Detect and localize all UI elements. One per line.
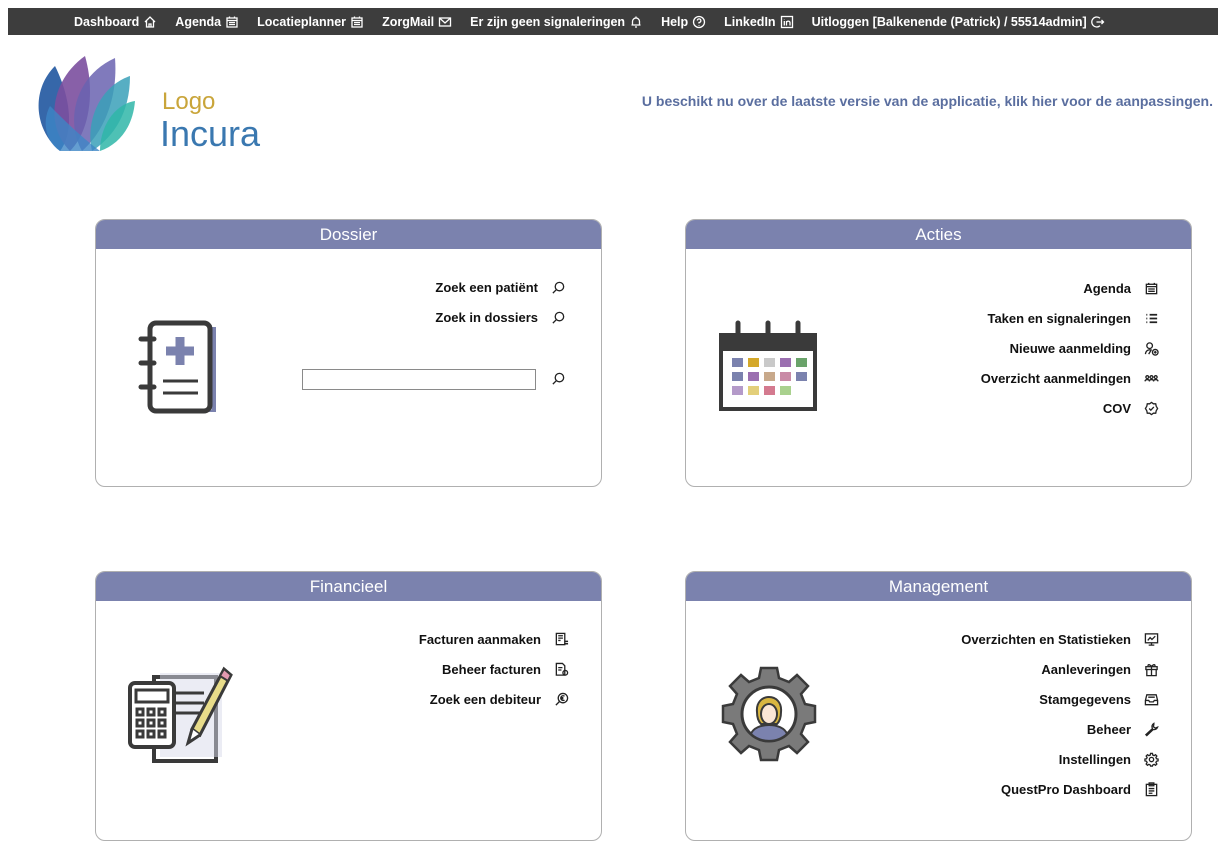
logo-text-top: Logo <box>162 88 216 115</box>
link-label: COV <box>1102 400 1131 416</box>
nav-locatieplanner[interactable]: Locatieplanner <box>257 15 364 29</box>
link-label: Zoek een patiënt <box>435 279 538 295</box>
calendar-icon <box>225 15 239 29</box>
link-beheer-facturen[interactable]: Beheer facturen <box>419 654 569 684</box>
nav-agenda-label: Agenda <box>175 14 222 29</box>
link-label: Aanleveringen <box>1041 661 1131 677</box>
gear-user-icon <box>721 666 817 762</box>
link-aanleveringen[interactable]: Aanleveringen <box>961 654 1159 684</box>
patient-file-icon <box>138 320 216 414</box>
nav-linkedin[interactable]: LinkedIn <box>724 15 793 29</box>
linkedin-icon <box>780 15 794 29</box>
link-label: Overzicht aanmeldingen <box>980 370 1131 386</box>
link-nieuwe-aanmelding[interactable]: Nieuwe aanmelding <box>981 333 1159 363</box>
logo-text-bottom: Incura <box>160 113 261 154</box>
verified-icon <box>1143 400 1159 416</box>
home-icon <box>143 15 157 29</box>
link-agenda[interactable]: Agenda <box>981 273 1159 303</box>
nav-agenda[interactable]: Agenda <box>175 15 239 29</box>
management-card: Management Overzichten en Statistieken A… <box>685 571 1192 841</box>
nav-help-label: Help <box>661 14 689 29</box>
nav-dashboard-label: Dashboard <box>74 14 140 29</box>
bell-icon <box>629 15 643 29</box>
link-label: QuestPro Dashboard <box>1000 781 1131 797</box>
acties-links: Agenda Taken en signaleringen Nieuwe aan… <box>981 273 1159 423</box>
link-zoek-patient[interactable]: Zoek een patiënt <box>435 272 566 302</box>
debtor-search-icon <box>553 691 569 707</box>
invoice-manage-icon <box>553 661 569 677</box>
dossier-search-input[interactable] <box>302 369 536 390</box>
search-icon[interactable] <box>551 371 567 387</box>
incura-logo[interactable]: Logo Incura <box>30 46 270 156</box>
financieel-links: Facturen aanmaken Beheer facturen Zoek e… <box>419 624 569 714</box>
nav-dashboard[interactable]: Dashboard <box>74 15 157 29</box>
nav-zorgmail[interactable]: ZorgMail <box>382 15 452 29</box>
chart-icon <box>1143 631 1159 647</box>
search-icon <box>550 279 566 295</box>
dossier-links: Zoek een patiënt Zoek in dossiers <box>435 272 566 332</box>
nav-logout-label: Uitloggen [Balkenende (Patrick) / 55514a… <box>811 14 1087 29</box>
link-taken-signaleringen[interactable]: Taken en signaleringen <box>981 303 1159 333</box>
users-group-icon <box>1143 370 1159 386</box>
user-add-icon <box>1143 340 1159 356</box>
mail-icon <box>438 15 452 29</box>
link-overzicht-aanmeldingen[interactable]: Overzicht aanmeldingen <box>981 363 1159 393</box>
nav-signaleringen-label: Er zijn geen signaleringen <box>470 14 626 29</box>
link-label: Agenda <box>1083 280 1131 296</box>
clipboard-icon <box>1143 781 1159 797</box>
logo-petals-icon <box>38 56 135 151</box>
dossier-card: Dossier Zoek een patiënt Zoek in dossier… <box>95 219 602 487</box>
gift-icon <box>1143 661 1159 677</box>
help-icon <box>692 15 706 29</box>
search-icon <box>550 309 566 325</box>
management-links: Overzichten en Statistieken Aanleveringe… <box>961 624 1159 804</box>
nav-zorgmail-label: ZorgMail <box>382 14 435 29</box>
acties-card: Acties Agenda Taken en signaleringen Nie… <box>685 219 1192 487</box>
wrench-icon <box>1143 721 1159 737</box>
link-label: Taken en signaleringen <box>987 310 1131 326</box>
calendar-icon <box>1143 280 1159 296</box>
financieel-card: Financieel Facturen aanmaken Beheer fact… <box>95 571 602 841</box>
link-zoek-dossiers[interactable]: Zoek in dossiers <box>435 302 566 332</box>
nav-signaleringen[interactable]: Er zijn geen signaleringen <box>470 15 643 29</box>
calendar-icon <box>350 15 364 29</box>
link-label: Zoek in dossiers <box>435 309 538 325</box>
logout-icon <box>1090 15 1105 29</box>
management-card-title: Management <box>686 572 1191 601</box>
link-label: Facturen aanmaken <box>418 631 541 647</box>
financieel-card-title: Financieel <box>96 572 601 601</box>
gear-icon <box>1143 751 1159 767</box>
link-stamgegevens[interactable]: Stamgegevens <box>961 684 1159 714</box>
invoice-create-icon <box>553 631 569 647</box>
dossier-card-title: Dossier <box>96 220 601 249</box>
calendar-illustration-icon <box>719 320 817 411</box>
link-label: Nieuwe aanmelding <box>1009 340 1131 356</box>
top-nav-bar: Dashboard Agenda Locatieplanner ZorgMail… <box>8 8 1218 35</box>
nav-locatieplanner-label: Locatieplanner <box>257 14 347 29</box>
task-list-icon <box>1143 310 1159 326</box>
acties-card-title: Acties <box>686 220 1191 249</box>
version-notice-link[interactable]: U beschikt nu over de laatste versie van… <box>642 93 1213 109</box>
link-label: Beheer <box>1086 721 1131 737</box>
link-overzichten-statistieken[interactable]: Overzichten en Statistieken <box>961 624 1159 654</box>
nav-help[interactable]: Help <box>661 15 706 29</box>
calculator-pencil-icon <box>128 666 233 763</box>
link-label: Instellingen <box>1058 751 1131 767</box>
link-instellingen[interactable]: Instellingen <box>961 744 1159 774</box>
link-zoek-debiteur[interactable]: Zoek een debiteur <box>419 684 569 714</box>
link-label: Beheer facturen <box>442 661 541 677</box>
link-label: Stamgegevens <box>1039 691 1131 707</box>
link-label: Zoek een debiteur <box>429 691 541 707</box>
link-beheer[interactable]: Beheer <box>961 714 1159 744</box>
inbox-icon <box>1143 691 1159 707</box>
link-questpro-dashboard[interactable]: QuestPro Dashboard <box>961 774 1159 804</box>
link-label: Overzichten en Statistieken <box>961 631 1131 647</box>
nav-logout[interactable]: Uitloggen [Balkenende (Patrick) / 55514a… <box>812 15 1105 29</box>
nav-linkedin-label: LinkedIn <box>724 14 776 29</box>
link-cov[interactable]: COV <box>981 393 1159 423</box>
link-facturen-aanmaken[interactable]: Facturen aanmaken <box>419 624 569 654</box>
